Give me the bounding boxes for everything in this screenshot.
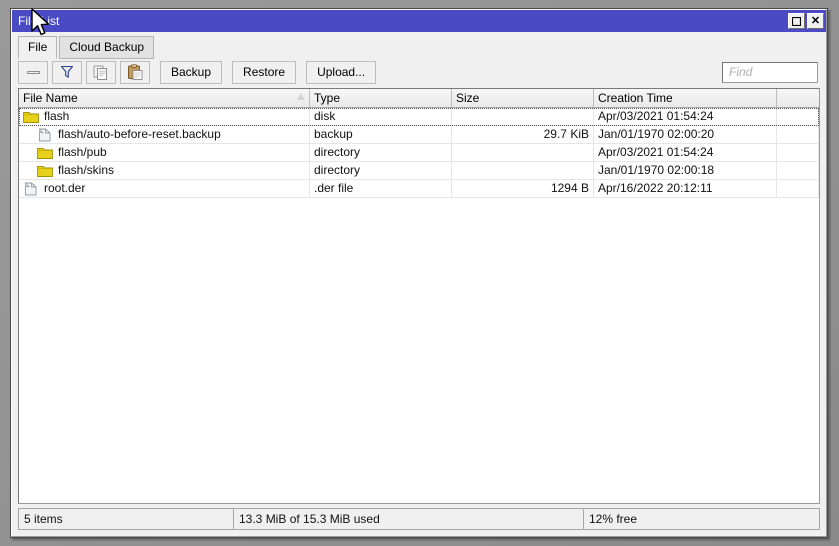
title-bar-buttons: ✕ — [788, 13, 824, 29]
remove-button[interactable] — [18, 60, 48, 84]
status-item-count: 5 items — [19, 509, 234, 529]
file-table: File Name Type Size Creation Time flash disk… — [18, 88, 820, 504]
column-header-label: Creation Time — [598, 91, 673, 105]
maximize-icon — [792, 16, 801, 26]
column-header-label: File Name — [23, 91, 78, 105]
table-row[interactable]: flash/auto-before-reset.backup backup 29.7… — [19, 125, 819, 144]
cell-blank — [777, 143, 819, 162]
column-header-label: Size — [456, 91, 480, 105]
table-row[interactable]: flash/skins directory Jan/01/1970 02:00:18 — [19, 161, 819, 180]
tab-cloud-backup-label: Cloud Backup — [69, 40, 145, 54]
cell-blank — [777, 179, 819, 198]
status-bar: 5 items 13.3 MiB of 15.3 MiB used 12% fr… — [18, 508, 820, 530]
toolbar: Backup Restore Upload... — [12, 58, 826, 88]
table-row[interactable]: flash disk Apr/03/2021 01:54:24 — [19, 108, 819, 126]
status-free: 12% free — [589, 512, 638, 526]
restore-button[interactable]: Restore — [232, 60, 297, 84]
find-field-wrapper[interactable] — [722, 61, 818, 83]
status-usage: 13.3 MiB of 15.3 MiB used — [234, 509, 584, 529]
copy-button[interactable] — [86, 60, 116, 84]
upload-button[interactable]: Upload... — [306, 60, 377, 84]
cell-type: disk — [310, 108, 452, 126]
paste-icon — [128, 64, 143, 80]
folder-icon — [37, 147, 53, 159]
restore-button-label: Restore — [243, 65, 286, 79]
column-header-creation-time[interactable]: Creation Time — [594, 89, 777, 107]
cell-creation-time: Jan/01/1970 02:00:20 — [594, 125, 777, 144]
cell-blank — [777, 161, 819, 180]
title-bar[interactable]: File List ✕ — [12, 10, 826, 32]
tab-file-label: File — [28, 40, 48, 54]
cell-type: directory — [310, 143, 452, 162]
backup-button-label: Backup — [171, 65, 212, 79]
search-input[interactable] — [727, 64, 813, 80]
cell-creation-time: Apr/16/2022 20:12:11 — [594, 179, 777, 198]
cell-file-name: flash/skins — [19, 161, 310, 180]
folder-icon — [23, 111, 39, 123]
upload-button-label: Upload... — [317, 65, 366, 79]
file-name-label: root.der — [44, 181, 86, 195]
cell-size: 29.7 KiB — [452, 125, 594, 144]
cell-type: directory — [310, 161, 452, 180]
sort-ascending-icon — [297, 93, 305, 100]
copy-icon — [93, 65, 107, 80]
file-icon — [24, 182, 37, 195]
cell-file-name: flash — [19, 108, 310, 126]
file-name-label: flash/auto-before-reset.backup — [58, 127, 221, 141]
window-title: File List — [18, 14, 60, 28]
tab-cloud-backup[interactable]: Cloud Backup — [59, 36, 155, 59]
cell-size: 1294 B — [452, 179, 594, 198]
tab-file[interactable]: File — [18, 36, 58, 59]
file-name-label: flash/pub — [58, 145, 107, 159]
file-name-label: flash — [44, 109, 70, 123]
table-header-row: File Name Type Size Creation Time — [19, 89, 819, 108]
file-list-window: File List ✕ File Cloud Backup Backup Res… — [10, 8, 828, 538]
cell-file-name: flash/auto-before-reset.backup — [19, 125, 310, 144]
close-button[interactable]: ✕ — [807, 13, 824, 29]
paste-button[interactable] — [120, 60, 150, 84]
window-inner: File List ✕ File Cloud Backup Backup Res… — [11, 9, 827, 537]
cell-creation-time: Apr/03/2021 01:54:24 — [594, 108, 777, 126]
cell-type: .der file — [310, 179, 452, 198]
column-header-size[interactable]: Size — [452, 89, 594, 107]
cell-creation-time: Apr/03/2021 01:54:24 — [594, 143, 777, 162]
funnel-icon — [60, 65, 74, 78]
table-body: flash disk Apr/03/2021 01:54:24 flash/auto-… — [19, 108, 819, 503]
close-icon: ✕ — [810, 14, 821, 27]
file-icon — [38, 128, 51, 141]
column-header-file-name[interactable]: File Name — [19, 89, 310, 107]
cell-type: backup — [310, 125, 452, 144]
filter-button[interactable] — [52, 60, 82, 84]
minus-icon — [26, 70, 40, 74]
table-row[interactable]: flash/pub directory Apr/03/2021 01:54:24 — [19, 143, 819, 162]
cell-size — [452, 161, 594, 180]
tab-strip: File Cloud Backup — [12, 32, 826, 59]
cell-file-name: flash/pub — [19, 143, 310, 162]
cell-creation-time: Jan/01/1970 02:00:18 — [594, 161, 777, 180]
cell-blank — [777, 108, 819, 126]
maximize-button[interactable] — [788, 13, 805, 29]
backup-button[interactable]: Backup — [160, 60, 223, 84]
column-header-label: Type — [314, 91, 341, 105]
file-name-label: flash/skins — [58, 163, 115, 177]
cell-file-name: root.der — [19, 179, 310, 198]
column-header-blank-4[interactable] — [777, 89, 819, 107]
table-row[interactable]: root.der .der file 1294 B Apr/16/2022 20:12… — [19, 179, 819, 198]
cell-size — [452, 108, 594, 126]
cell-size — [452, 143, 594, 162]
column-header-type[interactable]: Type — [310, 89, 452, 107]
cell-blank — [777, 125, 819, 144]
folder-icon — [37, 165, 53, 177]
